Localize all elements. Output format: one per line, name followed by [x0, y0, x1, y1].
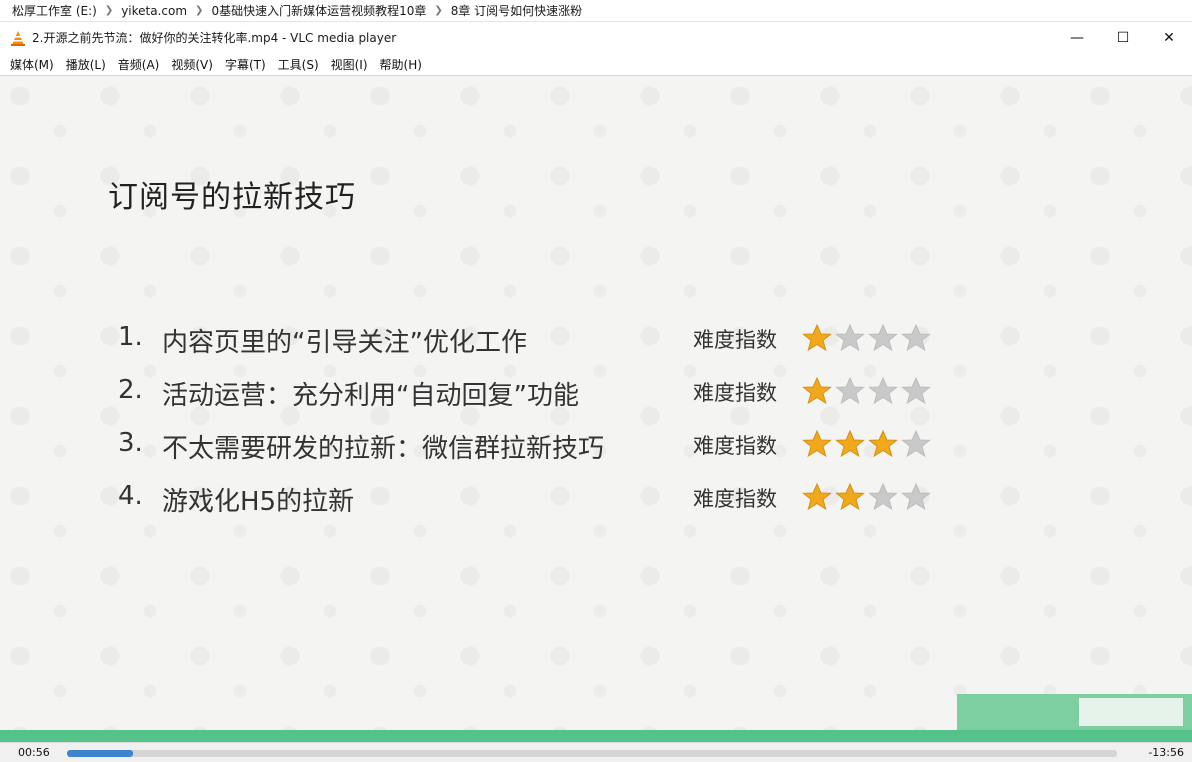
chevron-right-icon: ❯	[434, 5, 443, 16]
slide-list: 1. 内容页里的“引导关注”优化工作 难度指数 2. 活动运营：充分利用“自动回…	[118, 322, 948, 534]
item-text: 不太需要研发的拉新：微信群拉新技巧	[162, 434, 605, 464]
vlc-cone-icon	[11, 30, 25, 46]
remaining-time[interactable]: -13:56	[1148, 746, 1184, 759]
star-filled-icon	[835, 429, 865, 458]
item-text: 游戏化H5的拉新	[162, 487, 355, 517]
difficulty-stars	[802, 376, 934, 406]
menu-video[interactable]: 视频(V)	[165, 56, 219, 73]
breadcrumb-chapter[interactable]: 8章 订阅号如何快速涨粉	[447, 2, 586, 19]
breadcrumb-drive[interactable]: 松厚工作室 (E:)	[8, 2, 101, 19]
list-item: 1. 内容页里的“引导关注”优化工作 难度指数	[118, 322, 948, 375]
star-empty-icon	[835, 323, 865, 352]
menu-view[interactable]: 视图(I)	[325, 56, 374, 73]
window-titlebar[interactable]: 2.开源之前先节流：做好你的关注转化率.mp4 - VLC media play…	[0, 22, 1192, 53]
breadcrumb-course[interactable]: 0基础快速入门新媒体运营视频教程10章	[207, 2, 430, 19]
difficulty-label: 难度指数	[693, 434, 777, 458]
menu-help[interactable]: 帮助(H)	[374, 56, 428, 73]
elapsed-time: 00:56	[18, 746, 50, 759]
player-controls: 00:56 -13:56	[0, 742, 1192, 762]
close-button[interactable]: ✕	[1146, 22, 1192, 53]
window-controls: — ☐ ✕	[1054, 22, 1192, 53]
difficulty-label: 难度指数	[693, 381, 777, 405]
star-filled-icon	[802, 376, 832, 405]
chevron-right-icon: ❯	[104, 5, 114, 16]
star-empty-icon	[868, 376, 898, 405]
star-empty-icon	[901, 482, 931, 511]
item-text: 活动运营：充分利用“自动回复”功能	[162, 381, 579, 411]
maximize-button[interactable]: ☐	[1100, 22, 1146, 53]
item-number: 1.	[118, 322, 143, 352]
list-item: 3. 不太需要研发的拉新：微信群拉新技巧 难度指数	[118, 428, 948, 481]
star-filled-icon	[802, 429, 832, 458]
menu-media[interactable]: 媒体(M)	[4, 56, 60, 73]
explorer-breadcrumb: 松厚工作室 (E:) ❯ yiketa.com ❯ 0基础快速入门新媒体运营视频…	[0, 0, 1192, 22]
star-empty-icon	[835, 376, 865, 405]
minimize-button[interactable]: —	[1054, 22, 1100, 53]
seek-bar[interactable]	[67, 750, 1117, 757]
slide-corner-watermark	[1079, 698, 1183, 726]
star-empty-icon	[901, 376, 931, 405]
star-filled-icon	[802, 323, 832, 352]
menu-audio[interactable]: 音频(A)	[112, 56, 166, 73]
list-item: 4. 游戏化H5的拉新 难度指数	[118, 481, 948, 534]
breadcrumb-site[interactable]: yiketa.com	[117, 4, 191, 18]
chevron-right-icon: ❯	[195, 5, 204, 16]
slide-footer-strip	[0, 730, 1192, 742]
menu-playback[interactable]: 播放(L)	[60, 56, 112, 73]
item-number: 2.	[118, 375, 143, 405]
slide-title: 订阅号的拉新技巧	[108, 180, 356, 215]
star-empty-icon	[868, 482, 898, 511]
difficulty-stars	[802, 323, 934, 353]
menu-tools[interactable]: 工具(S)	[272, 56, 325, 73]
seek-progress	[67, 750, 134, 757]
difficulty-label: 难度指数	[693, 487, 777, 511]
star-empty-icon	[868, 323, 898, 352]
item-text: 内容页里的“引导关注”优化工作	[162, 328, 527, 358]
list-item: 2. 活动运营：充分利用“自动回复”功能 难度指数	[118, 375, 948, 428]
menu-subtitle[interactable]: 字幕(T)	[219, 56, 272, 73]
star-empty-icon	[901, 323, 931, 352]
window-title: 2.开源之前先节流：做好你的关注转化率.mp4 - VLC media play…	[32, 31, 397, 45]
menu-bar: 媒体(M) 播放(L) 音频(A) 视频(V) 字幕(T) 工具(S) 视图(I…	[0, 53, 1192, 76]
item-number: 4.	[118, 481, 143, 511]
star-filled-icon	[868, 429, 898, 458]
star-filled-icon	[802, 482, 832, 511]
difficulty-label: 难度指数	[693, 328, 777, 352]
star-filled-icon	[835, 482, 865, 511]
item-number: 3.	[118, 428, 143, 458]
difficulty-stars	[802, 429, 934, 459]
star-empty-icon	[901, 429, 931, 458]
difficulty-stars	[802, 482, 934, 512]
video-area[interactable]: 订阅号的拉新技巧 1. 内容页里的“引导关注”优化工作 难度指数 2. 活动运营…	[0, 76, 1192, 742]
